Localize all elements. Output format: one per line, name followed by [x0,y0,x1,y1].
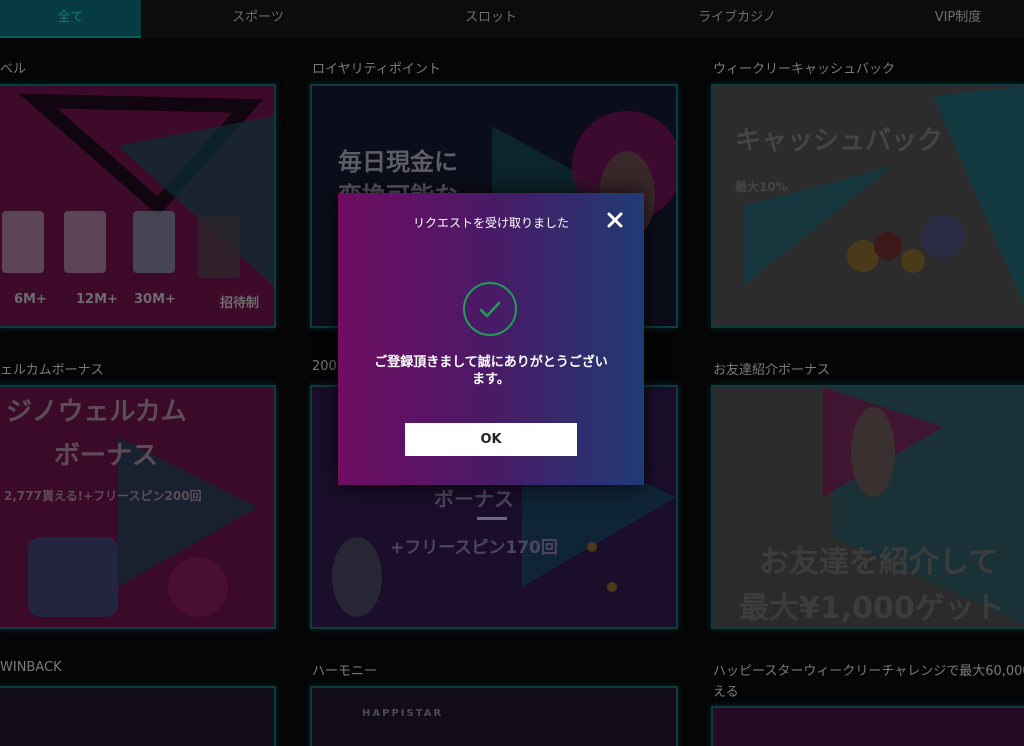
modal-title: リクエストを受け取りました [412,216,569,230]
request-received-modal: リクエストを受け取りました ご登録頂きまして誠にありがとうござい ます。 OK [338,193,644,485]
ok-button[interactable]: OK [405,423,577,456]
close-icon[interactable] [606,211,624,229]
modal-message-line: ご登録頂きまして誠にありがとうござい [374,355,608,370]
page: 全て スポーツ スロット ライブカジノ VIP制度 ベル 6M+ 12M+ 30… [0,0,1024,746]
modal-message: ご登録頂きまして誠にありがとうござい ます。 [362,354,620,388]
modal-message-line: ます。 [472,372,510,387]
success-check-icon [462,281,518,337]
